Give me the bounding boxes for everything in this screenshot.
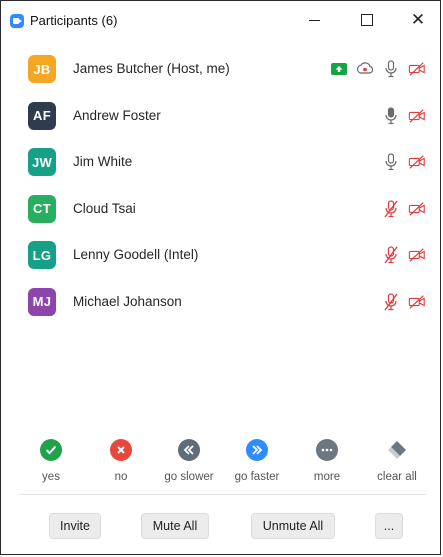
video-off-icon[interactable] — [408, 60, 426, 78]
avatar: CT — [28, 194, 56, 223]
more-icon — [316, 439, 338, 461]
microphone-icon[interactable] — [382, 60, 400, 78]
more-options-button[interactable]: ... — [375, 513, 403, 539]
microphone-muted-icon[interactable] — [382, 199, 400, 218]
close-button[interactable]: ✕ — [401, 7, 435, 33]
participant-status-icons — [382, 106, 426, 126]
mute-all-button[interactable]: Mute All — [141, 513, 209, 539]
participant-name: Andrew Foster — [73, 107, 161, 123]
unmute-all-button[interactable]: Unmute All — [251, 513, 335, 539]
participant-row[interactable]: AF Andrew Foster — [1, 92, 440, 139]
participant-name: Jim White — [73, 154, 133, 169]
microphone-muted-icon[interactable] — [382, 292, 400, 311]
zoom-app-icon — [10, 14, 24, 28]
maximize-button[interactable] — [350, 7, 384, 33]
participant-row[interactable]: JB James Butcher (Host, me) — [1, 45, 440, 92]
participant-name: James Butcher (Host, me) — [73, 61, 230, 76]
record-icon — [356, 60, 374, 78]
avatar: JB — [28, 55, 56, 83]
reaction-no[interactable]: no — [91, 439, 151, 483]
share-screen-icon[interactable] — [330, 60, 348, 78]
participant-status-icons — [382, 152, 426, 172]
avatar: MJ — [28, 287, 56, 316]
participant-status-icons — [330, 59, 426, 79]
avatar: JW — [28, 148, 56, 176]
title-bar: Participants (6) ✕ — [1, 1, 440, 41]
invite-button[interactable]: Invite — [49, 513, 101, 539]
video-off-icon[interactable] — [408, 200, 426, 218]
reaction-clear-all[interactable]: clear all — [367, 439, 427, 483]
fast-forward-icon — [246, 439, 268, 461]
reaction-more[interactable]: more — [297, 439, 357, 483]
participant-row[interactable]: LG Lenny Goodell (Intel) — [1, 231, 440, 278]
video-off-icon[interactable] — [408, 246, 426, 264]
participant-list: JB James Butcher (Host, me) AF Andrew Fo… — [1, 45, 440, 324]
participant-name: Michael Johanson — [73, 293, 182, 309]
nonverbal-feedback-bar: yes no go slower go faster more clear al… — [21, 439, 431, 493]
avatar: LG — [28, 241, 56, 269]
reaction-go-slower[interactable]: go slower — [159, 439, 219, 483]
reaction-label: no — [114, 471, 128, 483]
reaction-label: clear all — [377, 471, 417, 483]
reaction-label: more — [313, 471, 341, 483]
participant-name: Lenny Goodell (Intel) — [73, 247, 199, 262]
window-title: Participants (6) — [30, 13, 118, 28]
video-off-icon[interactable] — [408, 153, 426, 171]
reaction-yes[interactable]: yes — [21, 439, 81, 483]
microphone-active-icon[interactable] — [382, 106, 400, 125]
participant-row[interactable]: JW Jim White — [1, 138, 440, 185]
footer-divider — [19, 494, 426, 495]
participant-row[interactable]: MJ Michael Johanson — [1, 278, 440, 325]
participants-window: Participants (6) ✕ JB James Butcher (Hos… — [0, 0, 441, 555]
check-icon — [40, 439, 62, 461]
x-icon — [110, 439, 132, 461]
participant-status-icons — [382, 199, 426, 219]
video-off-icon[interactable] — [408, 107, 426, 125]
video-off-icon[interactable] — [408, 293, 426, 311]
microphone-muted-icon[interactable] — [382, 246, 400, 264]
participant-status-icons — [382, 245, 426, 265]
avatar: AF — [28, 101, 56, 130]
reaction-label: yes — [42, 471, 60, 483]
reaction-label: go faster — [234, 471, 280, 483]
reaction-label: go slower — [164, 471, 214, 483]
rewind-icon — [178, 439, 200, 461]
reaction-go-faster[interactable]: go faster — [227, 439, 287, 483]
participant-row[interactable]: CT Cloud Tsai — [1, 185, 440, 232]
minimize-button[interactable] — [297, 7, 331, 33]
participant-status-icons — [382, 292, 426, 312]
eraser-icon — [386, 439, 408, 461]
participant-name: Cloud Tsai — [73, 200, 136, 216]
microphone-icon[interactable] — [382, 153, 400, 171]
